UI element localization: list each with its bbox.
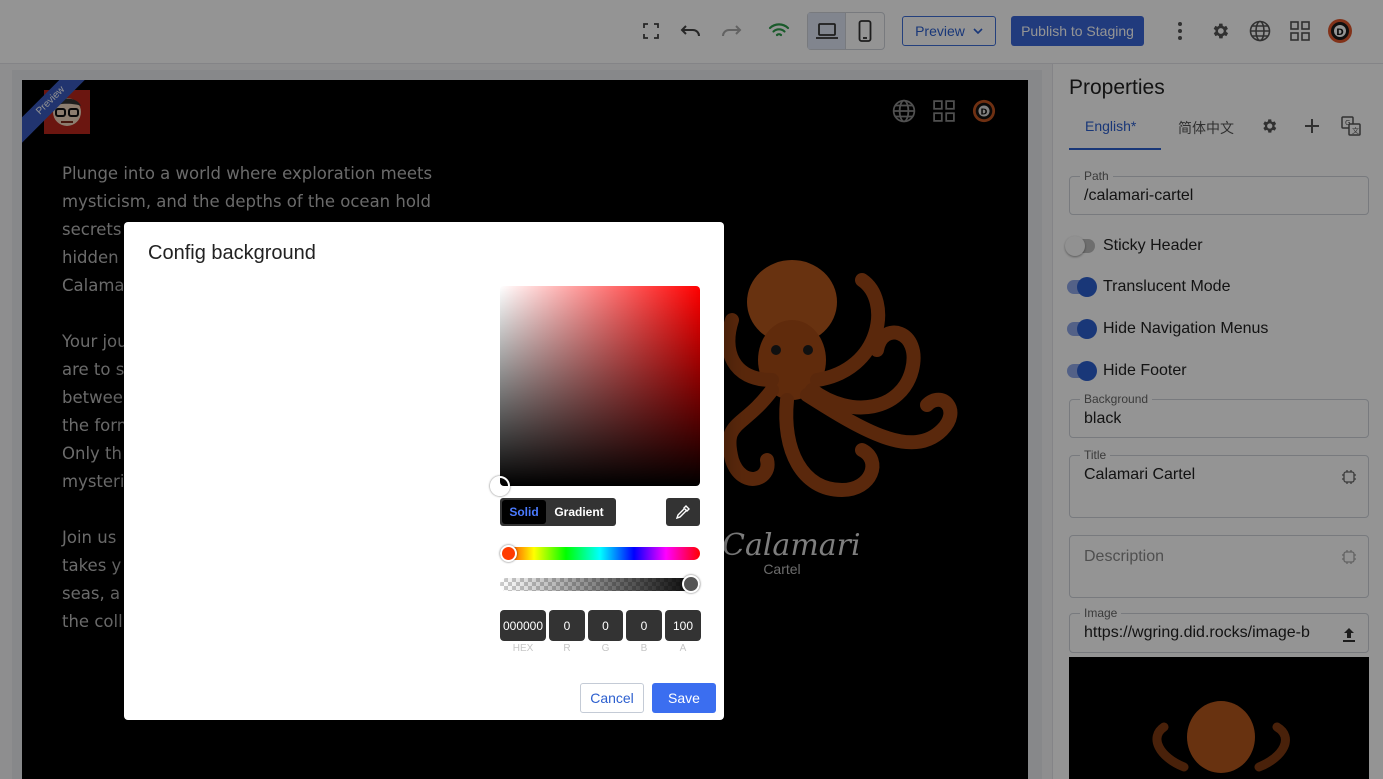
blue-label: B	[640, 643, 648, 654]
alpha-label: A	[679, 643, 687, 654]
eyedropper-icon[interactable]	[666, 498, 700, 526]
saturation-handle[interactable]	[490, 476, 510, 496]
solid-mode-button[interactable]: Solid	[502, 500, 546, 524]
hue-handle[interactable]	[500, 545, 517, 562]
alpha-slider[interactable]	[500, 578, 700, 591]
alpha-handle[interactable]	[682, 575, 700, 593]
red-label: R	[563, 643, 571, 654]
alpha-input[interactable]: 100	[665, 610, 701, 641]
config-background-dialog: Config background Solid Gradient 000000 …	[124, 222, 724, 720]
blue-input[interactable]: 0	[626, 610, 662, 641]
hex-label: HEX	[512, 643, 534, 654]
green-label: G	[601, 643, 610, 654]
hex-input[interactable]: 000000	[500, 610, 546, 641]
gradient-mode-button[interactable]: Gradient	[546, 500, 612, 524]
fill-mode-toggle: Solid Gradient	[500, 498, 616, 526]
green-input[interactable]: 0	[588, 610, 623, 641]
dialog-title: Config background	[148, 242, 316, 264]
cancel-button[interactable]: Cancel	[580, 683, 644, 713]
red-input[interactable]: 0	[549, 610, 585, 641]
hue-slider[interactable]	[500, 547, 700, 560]
save-button[interactable]: Save	[652, 683, 716, 713]
saturation-picker[interactable]	[500, 286, 700, 486]
